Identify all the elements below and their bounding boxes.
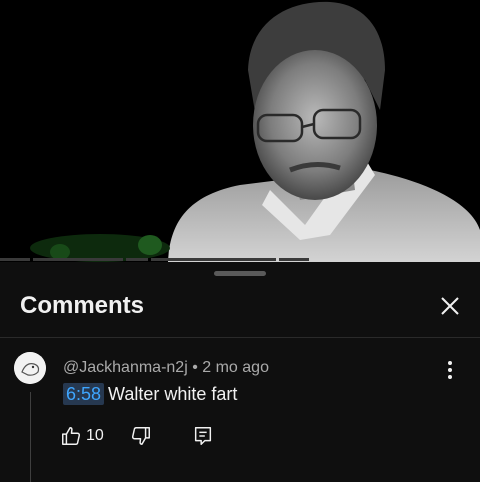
progress-segment — [279, 258, 309, 261]
progress-segment — [126, 258, 148, 261]
video-progress-bar[interactable] — [0, 258, 480, 261]
thread-line — [30, 392, 31, 482]
progress-segment — [33, 258, 123, 261]
divider — [0, 337, 480, 338]
close-icon — [441, 297, 459, 315]
reply-icon — [194, 427, 212, 445]
video-player[interactable] — [0, 0, 480, 262]
thumbs-down-icon — [131, 427, 150, 445]
dislike-button[interactable] — [130, 425, 152, 452]
comment-body: 6:58 Walter white fart — [63, 383, 238, 405]
more-vert-icon — [448, 361, 452, 379]
timestamp-link[interactable]: 6:58 — [63, 383, 105, 405]
more-options-button[interactable] — [440, 358, 460, 382]
meta-separator: • — [187, 359, 203, 376]
comment-text: Walter white fart — [108, 384, 238, 404]
avatar-image — [14, 352, 46, 384]
like-button[interactable] — [60, 425, 82, 452]
like-count: 10 — [86, 427, 104, 444]
reply-button[interactable] — [192, 425, 214, 452]
video-frame — [0, 0, 480, 262]
progress-segment — [0, 258, 30, 261]
avatar[interactable] — [14, 352, 46, 384]
close-button[interactable] — [436, 292, 464, 320]
progress-segment — [151, 258, 276, 261]
comments-sheet: Comments @Jackhanma-n2j • 2 mo ago 6:58 W… — [0, 262, 480, 482]
thumbs-up-icon — [62, 427, 81, 445]
sheet-title: Comments — [20, 292, 145, 319]
comment-meta: @Jackhanma-n2j • 2 mo ago — [63, 359, 269, 377]
drag-handle[interactable] — [214, 271, 266, 276]
comment-age: 2 mo ago — [202, 359, 269, 376]
comment-author[interactable]: @Jackhanma-n2j — [63, 359, 188, 376]
